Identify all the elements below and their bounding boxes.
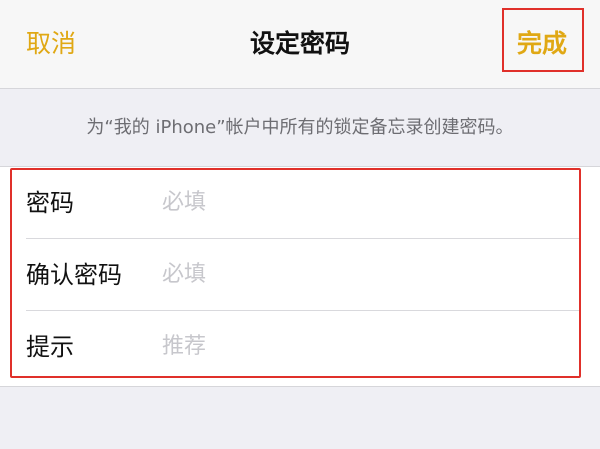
form-highlight-box — [10, 168, 581, 378]
done-button[interactable]: 完成 — [517, 26, 567, 62]
navigation-bar: 取消 设定密码 完成 — [0, 0, 600, 89]
info-text: 为“我的 iPhone”帐户中所有的锁定备忘录创建密码。 — [86, 117, 514, 138]
